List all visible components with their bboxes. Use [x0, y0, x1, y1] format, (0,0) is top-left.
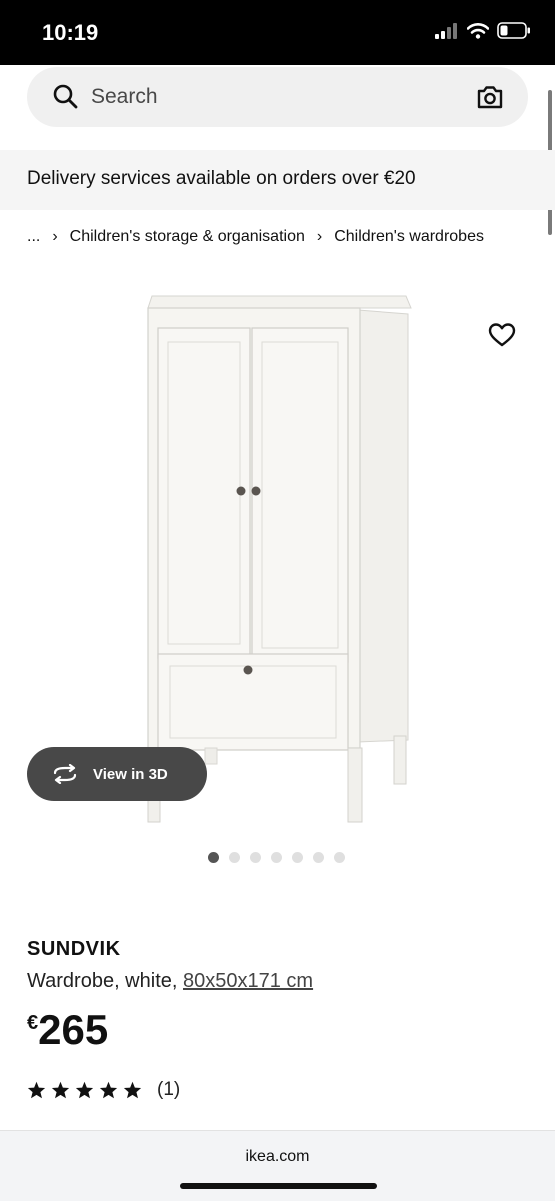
carousel-dot[interactable] — [271, 852, 282, 863]
star-icon — [75, 1081, 94, 1099]
heart-icon[interactable] — [488, 322, 516, 348]
view-in-3d-button[interactable]: View in 3D — [27, 747, 207, 801]
product-name: SUNDVIK — [27, 938, 121, 960]
star-icon — [51, 1081, 70, 1099]
review-count: (1) — [157, 1079, 181, 1100]
carousel-dot[interactable] — [229, 852, 240, 863]
status-bar: 10:19 — [0, 0, 555, 65]
view-in-3d-label: View in 3D — [93, 765, 168, 783]
product-price: €265 — [27, 1006, 108, 1054]
product-description: Wardrobe, white, 80x50x171 cm — [27, 970, 313, 993]
price-amount: 265 — [38, 1006, 109, 1053]
carousel-dot[interactable] — [250, 852, 261, 863]
breadcrumb-item[interactable]: Children's wardrobes — [334, 228, 484, 246]
home-indicator[interactable] — [180, 1183, 377, 1189]
carousel-dot[interactable] — [313, 852, 324, 863]
search-icon — [53, 84, 78, 109]
image-carousel-dots — [208, 852, 345, 863]
breadcrumb-ellipsis[interactable]: ... — [27, 228, 40, 246]
search-input[interactable]: Search — [91, 85, 158, 109]
breadcrumb: ... › Children's storage & organisation … — [27, 228, 484, 246]
signal-icon — [435, 22, 457, 39]
carousel-dot[interactable] — [292, 852, 303, 863]
battery-icon — [497, 22, 530, 39]
chevron-right-icon: › — [316, 228, 323, 245]
camera-icon[interactable] — [476, 84, 504, 110]
delivery-banner: Delivery services available on orders ov… — [0, 150, 555, 210]
search-bar[interactable]: Search — [27, 67, 528, 127]
price-currency: € — [27, 1012, 39, 1034]
product-type: Wardrobe, white, — [27, 970, 183, 992]
browser-bottom-bar: ikea.com — [0, 1130, 555, 1201]
url-label[interactable]: ikea.com — [0, 1148, 555, 1166]
carousel-dot[interactable] — [208, 852, 219, 863]
product-dimensions-link[interactable]: 80x50x171 cm — [183, 970, 313, 992]
breadcrumb-item[interactable]: Children's storage & organisation — [70, 228, 305, 246]
status-icons — [435, 22, 531, 39]
banner-text: Delivery services available on orders ov… — [27, 168, 416, 189]
rotate-3d-icon — [53, 764, 77, 784]
star-icon — [27, 1081, 46, 1099]
star-icon — [123, 1081, 142, 1099]
chevron-right-icon: › — [52, 228, 58, 245]
wifi-icon — [467, 22, 489, 39]
product-rating[interactable]: (1) — [27, 1079, 180, 1101]
carousel-dot[interactable] — [334, 852, 345, 863]
clock: 10:19 — [42, 20, 99, 45]
star-icon — [99, 1081, 118, 1099]
